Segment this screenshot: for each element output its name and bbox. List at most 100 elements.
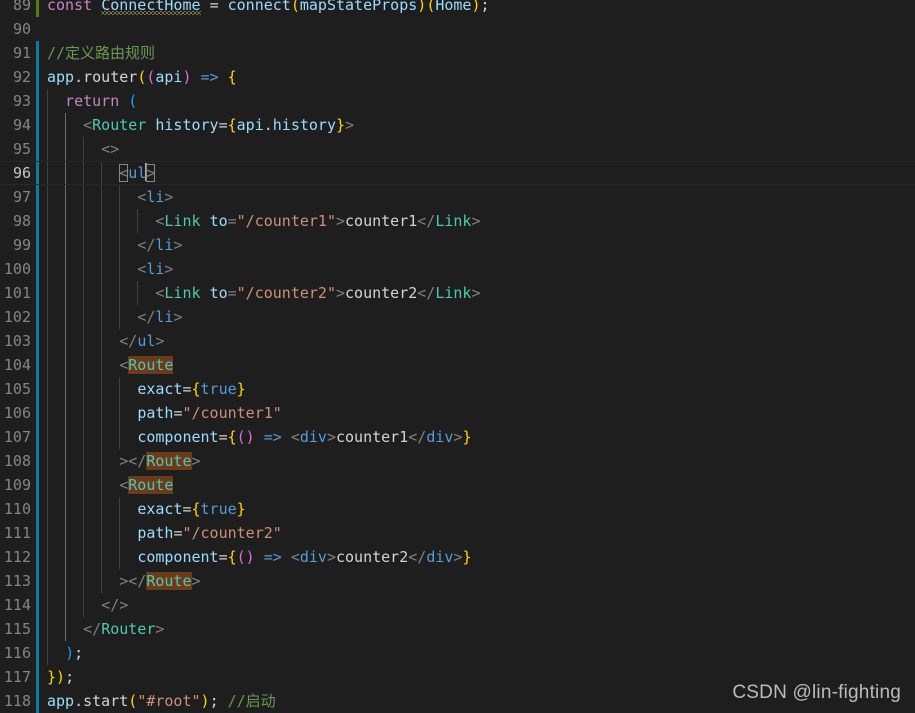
line-number: 91 xyxy=(12,44,31,62)
git-change-indicator xyxy=(36,569,39,593)
code-token: true xyxy=(200,500,237,518)
code-token: </ xyxy=(119,332,138,350)
code-text: ); xyxy=(47,641,83,665)
line-number: 105 xyxy=(3,380,31,398)
code-line[interactable]: 89 const ConnectHome = connect(mapStatePr… xyxy=(0,0,915,17)
code-token: <> xyxy=(101,140,120,158)
code-line[interactable]: 99 </li> xyxy=(0,233,915,257)
code-line[interactable]: 113 ></Route> xyxy=(0,569,915,593)
code-line[interactable]: 112 component={() => <div>counter2</div>… xyxy=(0,545,915,569)
code-text: <ul> xyxy=(47,162,156,184)
code-token: ; xyxy=(480,0,490,14)
code-text: app.start("#root"); //启动 xyxy=(47,689,276,713)
code-token: "/counter2" xyxy=(236,284,336,302)
git-change-indicator xyxy=(36,665,39,689)
code-token: ( xyxy=(137,68,147,86)
code-token: </ xyxy=(137,236,156,254)
code-line[interactable]: 91 //定义路由规则 xyxy=(0,41,915,65)
code-token: } xyxy=(47,668,57,686)
code-line[interactable]: 115 </Router> xyxy=(0,617,915,641)
code-token: > xyxy=(173,308,183,326)
code-token: > xyxy=(336,212,346,230)
git-change-indicator xyxy=(36,257,39,281)
code-line[interactable]: 110 exact={true} xyxy=(0,497,915,521)
code-line[interactable]: 95 <> xyxy=(0,137,915,161)
code-line[interactable]: 109 <Route xyxy=(0,473,915,497)
code-token: => xyxy=(263,548,282,566)
line-number: 93 xyxy=(12,92,31,110)
code-token: { xyxy=(227,116,237,134)
line-number: 104 xyxy=(3,356,31,374)
git-change-indicator xyxy=(36,89,39,113)
line-number: 92 xyxy=(12,68,31,86)
code-token: < xyxy=(137,260,147,278)
code-token: path xyxy=(137,404,174,422)
code-token: </ xyxy=(417,284,436,302)
watermark-text: CSDN @lin-fighting xyxy=(732,682,901,703)
code-line[interactable]: 97 <li> xyxy=(0,185,915,209)
code-token: </ xyxy=(408,428,427,446)
code-token: app xyxy=(47,692,75,710)
code-line[interactable]: 94 <Router history={api.history}> xyxy=(0,113,915,137)
code-token: < xyxy=(290,548,300,566)
code-line[interactable]: 96 <ul> xyxy=(0,161,915,185)
code-line[interactable]: 101 <Link to="/counter2">counter2</Link> xyxy=(0,281,915,305)
git-change-indicator xyxy=(36,641,39,665)
code-editor[interactable]: 89 const ConnectHome = connect(mapStatePr… xyxy=(0,0,915,713)
code-token: div xyxy=(299,548,327,566)
code-line[interactable]: 108 ></Route> xyxy=(0,449,915,473)
code-text: <Router history={api.history}> xyxy=(47,113,354,137)
code-line[interactable]: 98 <Link to="/counter1">counter1</Link> xyxy=(0,209,915,233)
code-token: </ xyxy=(83,620,102,638)
code-token: to xyxy=(209,284,228,302)
code-line[interactable]: 111 path="/counter2" xyxy=(0,521,915,545)
code-token: => xyxy=(200,68,219,86)
code-text: </Router> xyxy=(47,617,164,641)
code-line[interactable]: 107 component={() => <div>counter1</div>… xyxy=(0,425,915,449)
code-token: > xyxy=(155,332,165,350)
code-line[interactable]: 116 ); xyxy=(0,641,915,665)
code-line[interactable]: 104 <Route xyxy=(0,353,915,377)
code-line[interactable]: 102 </li> xyxy=(0,305,915,329)
code-line[interactable]: 93 return ( xyxy=(0,89,915,113)
git-change-indicator xyxy=(36,329,39,353)
code-token: </ xyxy=(417,212,436,230)
code-token: </ xyxy=(128,452,147,470)
code-token: > xyxy=(119,572,129,590)
code-token: div xyxy=(299,428,327,446)
code-token: > xyxy=(164,188,174,206)
code-token: history xyxy=(272,116,336,134)
code-line[interactable]: 105 exact={true} xyxy=(0,377,915,401)
code-token: </ xyxy=(137,308,156,326)
code-token: > xyxy=(191,452,201,470)
code-token: . xyxy=(263,116,273,134)
code-line[interactable]: 114 </> xyxy=(0,593,915,617)
code-token: = xyxy=(218,116,228,134)
code-token: Router xyxy=(92,116,147,134)
code-token: ( xyxy=(128,92,138,110)
code-line[interactable]: 90 xyxy=(0,17,915,41)
git-change-indicator xyxy=(36,377,39,401)
code-token: > xyxy=(471,212,481,230)
git-change-indicator xyxy=(36,41,39,65)
code-line[interactable]: 92 app.router((api) => { xyxy=(0,65,915,89)
code-token: ( xyxy=(426,0,436,14)
code-token: > xyxy=(155,620,165,638)
code-token: li xyxy=(155,236,174,254)
code-line[interactable]: 100 <li> xyxy=(0,257,915,281)
git-change-indicator xyxy=(36,137,39,161)
code-line[interactable]: 106 path="/counter1" xyxy=(0,401,915,425)
code-token: ; xyxy=(209,692,228,710)
line-number: 109 xyxy=(3,476,31,494)
code-line[interactable]: 103 </ul> xyxy=(0,329,915,353)
code-token: component xyxy=(137,428,219,446)
code-token: mapStateProps xyxy=(299,0,418,14)
code-token: //启动 xyxy=(227,692,276,710)
code-token: ( xyxy=(290,0,300,14)
